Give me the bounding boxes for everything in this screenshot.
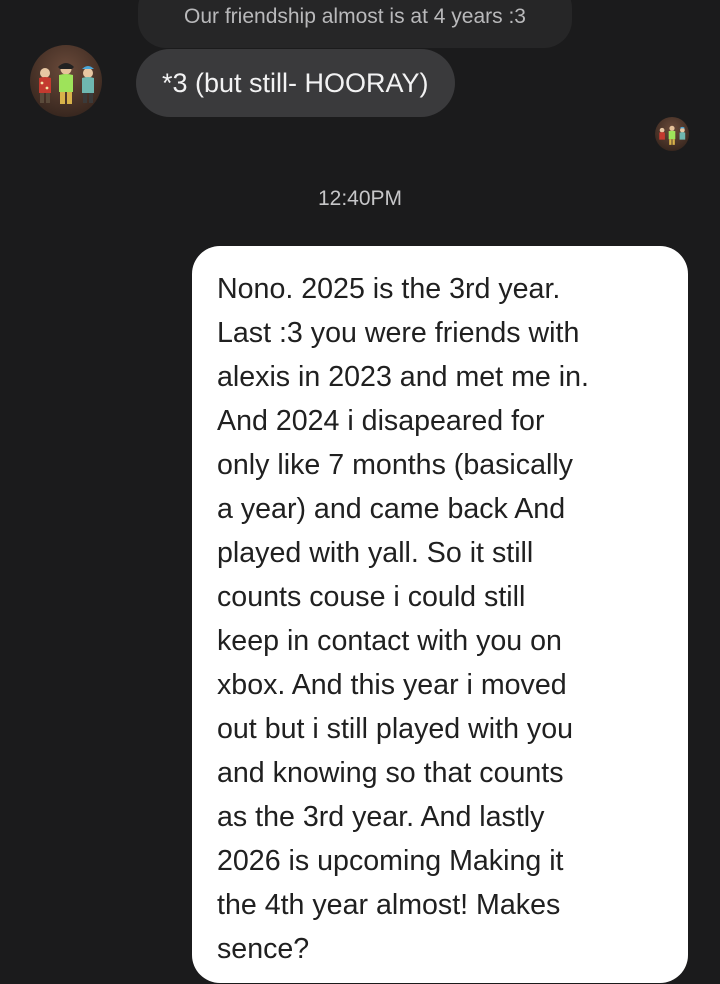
chat-thread: Our friendship almost is at 4 years :3 *…	[0, 0, 720, 984]
incoming-message-text: *3 (but still- HOORAY)	[162, 68, 429, 98]
outgoing-message-line: Last :3 you were friends with	[217, 317, 580, 349]
contact-avatar[interactable]	[30, 45, 102, 117]
message-timestamp: 12:40PM	[317, 187, 403, 210]
outgoing-message-line: a year) and came back And	[217, 493, 566, 525]
outgoing-message-line: sence?	[217, 933, 310, 965]
outgoing-message-line: alexis in 2023 and met me in.	[217, 361, 589, 393]
outgoing-message-line: And 2024 i disapeared for	[217, 405, 545, 437]
outgoing-message-line: as the 3rd year. And lastly	[217, 801, 545, 833]
outgoing-message-line: xbox. And this year i moved	[217, 669, 567, 701]
outgoing-message-line: 2026 is upcoming Making it	[217, 845, 564, 877]
outgoing-message-bubble[interactable]: Nono. 2025 is the 3rd year. Last :3 you …	[192, 246, 688, 983]
outgoing-message-line: out but i still played with you	[217, 713, 574, 745]
outgoing-message-line: played with yall. So it still	[217, 537, 534, 569]
quoted-reply-text: Our friendship almost is at 4 years :3	[184, 5, 526, 28]
quoted-reply-preview[interactable]: Our friendship almost is at 4 years :3	[138, 0, 572, 48]
read-receipt-avatar	[655, 117, 689, 151]
outgoing-message-line: Nono. 2025 is the 3rd year.	[217, 273, 561, 305]
avatar-image	[39, 63, 94, 104]
outgoing-message-line: and knowing so that counts	[217, 757, 564, 789]
outgoing-message-line: only like 7 months (basically	[217, 449, 573, 481]
incoming-message-bubble[interactable]: *3 (but still- HOORAY)	[136, 49, 455, 117]
outgoing-message-line: counts couse i could still	[217, 581, 526, 613]
outgoing-message-line: the 4th year almost! Makes	[217, 889, 561, 921]
read-receipt-avatar-image	[659, 125, 686, 145]
outgoing-message-line: keep in contact with you on	[217, 625, 562, 657]
